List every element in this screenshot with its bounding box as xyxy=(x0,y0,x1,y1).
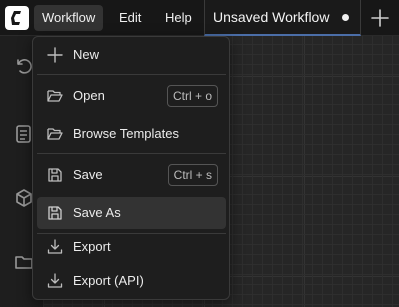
menu-item-label: Open xyxy=(73,88,105,103)
menu-item-new[interactable]: New xyxy=(37,39,226,71)
plus-icon xyxy=(47,47,63,63)
menu-item-export[interactable]: Export xyxy=(37,231,226,263)
folder-open-icon xyxy=(47,126,63,142)
unsaved-dot-icon[interactable] xyxy=(342,14,349,21)
menu-item-label: Export (API) xyxy=(73,273,144,288)
comfy-logo-icon[interactable] xyxy=(5,6,29,30)
menu-item-browse-templates[interactable]: Browse Templates xyxy=(37,118,226,150)
queue-icon[interactable] xyxy=(14,124,34,144)
menu-item-open[interactable]: Open Ctrl + o xyxy=(37,80,226,112)
menu-item-label: Export xyxy=(73,239,111,254)
workflow-menu-dropdown: New Open Ctrl + o Browse Templates Save … xyxy=(32,36,230,300)
download-icon xyxy=(47,273,63,289)
menu-item-save[interactable]: Save Ctrl + s xyxy=(37,159,226,191)
history-icon[interactable] xyxy=(14,56,34,76)
save-icon xyxy=(47,167,63,183)
menu-workflow[interactable]: Workflow xyxy=(34,5,104,31)
download-icon xyxy=(47,239,63,255)
top-menubar: Workflow Edit Help Unsaved Workflow xyxy=(0,0,399,36)
menu-item-label: Save As xyxy=(73,205,121,220)
menu-divider xyxy=(37,153,226,154)
menu-item-label: Browse Templates xyxy=(73,126,179,141)
menu-divider xyxy=(37,74,226,75)
menu-item-save-as[interactable]: Save As xyxy=(37,197,226,229)
shortcut-badge: Ctrl + s xyxy=(167,164,218,186)
tab-title: Unsaved Workflow xyxy=(213,9,330,25)
save-icon xyxy=(47,205,63,221)
menu-item-label: New xyxy=(73,47,100,62)
folder-open-icon xyxy=(47,88,63,104)
menu-item-export-api[interactable]: Export (API) xyxy=(37,265,226,297)
menu-help[interactable]: Help xyxy=(157,5,200,31)
cube-icon[interactable] xyxy=(14,188,34,208)
tab-unsaved-workflow[interactable]: Unsaved Workflow xyxy=(204,0,361,36)
add-tab-plus-icon[interactable] xyxy=(369,7,391,29)
shortcut-badge: Ctrl + o xyxy=(166,85,218,107)
menu-edit[interactable]: Edit xyxy=(111,5,149,31)
folder-icon[interactable] xyxy=(14,252,34,272)
menu-item-label: Save xyxy=(73,167,103,182)
